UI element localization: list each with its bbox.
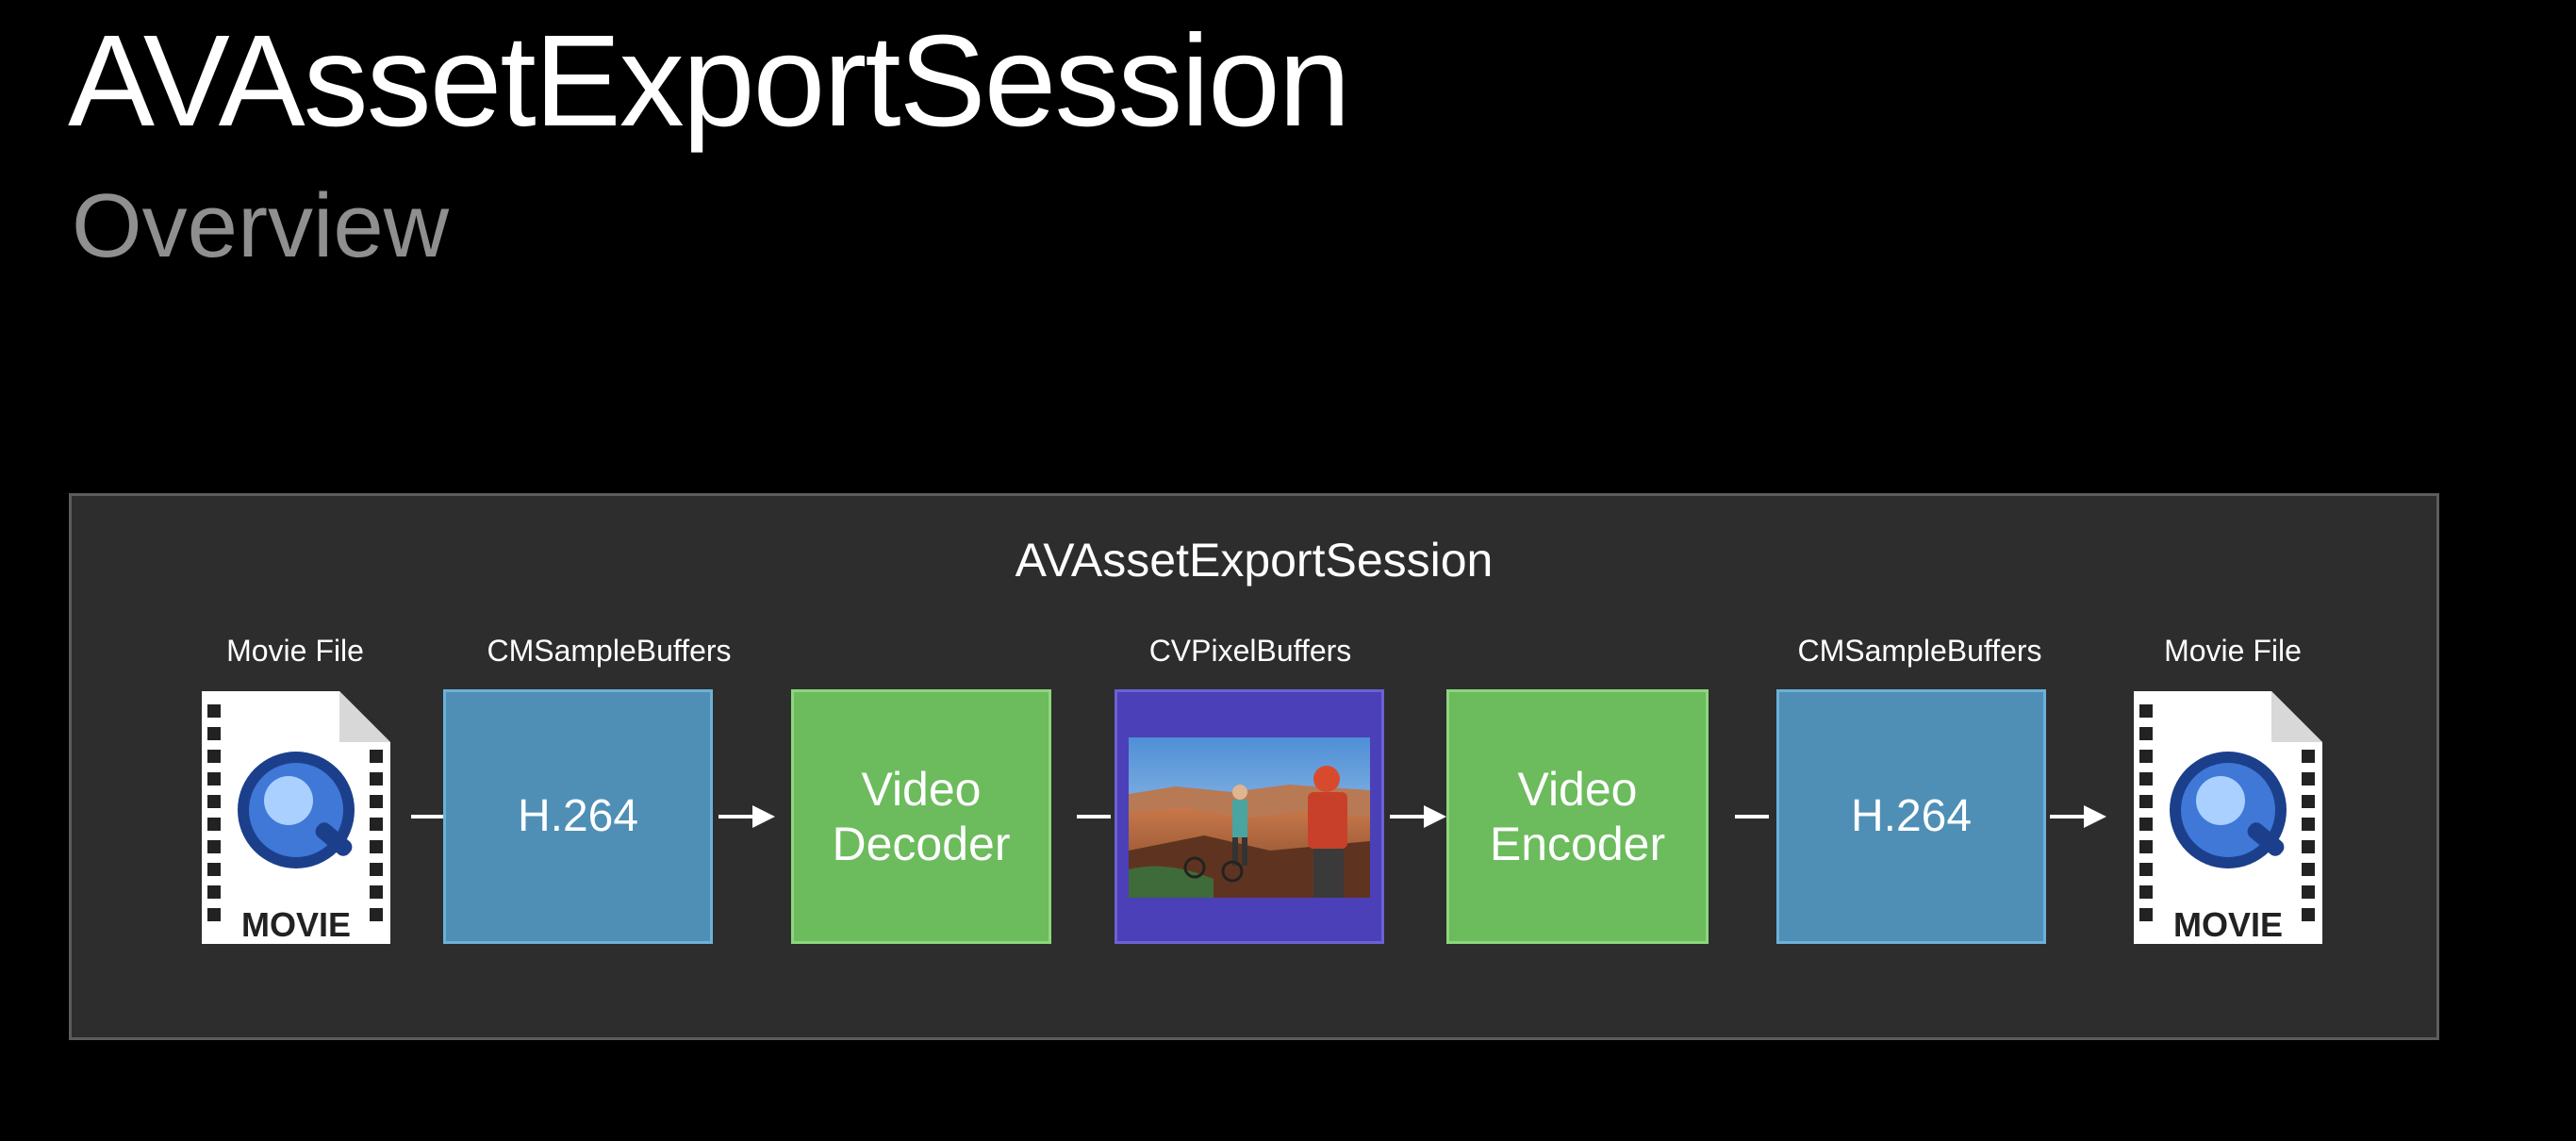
input-h264-label: H.264 bbox=[517, 791, 639, 841]
arrow-line bbox=[1735, 815, 1769, 819]
arrow-line bbox=[1077, 815, 1111, 819]
svg-text:MOVIE: MOVIE bbox=[2173, 905, 2283, 944]
output-h264-label: H.264 bbox=[1850, 791, 1973, 841]
output-movie-file-icon: MOVIE bbox=[2130, 689, 2324, 946]
encoder-label-line1: Video bbox=[1517, 763, 1638, 816]
input-movie-file-icon: MOVIE bbox=[198, 689, 392, 946]
slide-subtitle: Overview bbox=[72, 175, 450, 276]
arrow-line bbox=[411, 815, 443, 819]
landscape-photo-thumbnail bbox=[1129, 737, 1370, 898]
caption-input-sample-buffers: CMSampleBuffers bbox=[487, 634, 732, 668]
output-h264-box: H.264 bbox=[1776, 689, 2046, 944]
svg-text:MOVIE: MOVIE bbox=[241, 905, 351, 944]
caption-input-movie-file: Movie File bbox=[226, 634, 364, 668]
pixel-buffers-box bbox=[1115, 689, 1384, 944]
panel-label: AVAssetExportSession bbox=[1015, 534, 1494, 587]
video-decoder-box: Video Decoder bbox=[791, 689, 1051, 944]
caption-output-sample-buffers: CMSampleBuffers bbox=[1797, 634, 2042, 668]
caption-output-movie-file: Movie File bbox=[2164, 634, 2302, 668]
export-session-panel: AVAssetExportSession Movie File CMSample… bbox=[69, 493, 2439, 1040]
arrow-right-icon bbox=[2050, 805, 2106, 828]
encoder-label-line2: Encoder bbox=[1489, 818, 1666, 870]
input-h264-box: H.264 bbox=[443, 689, 713, 944]
slide-title: AVAssetExportSession bbox=[68, 8, 1351, 154]
arrow-right-icon bbox=[718, 805, 775, 828]
arrow-right-icon bbox=[1390, 805, 1446, 828]
caption-pixel-buffers: CVPixelBuffers bbox=[1148, 634, 1352, 668]
video-encoder-box: Video Encoder bbox=[1446, 689, 1709, 944]
decoder-label-line1: Video bbox=[861, 763, 982, 816]
decoder-label-line2: Decoder bbox=[832, 818, 1011, 870]
